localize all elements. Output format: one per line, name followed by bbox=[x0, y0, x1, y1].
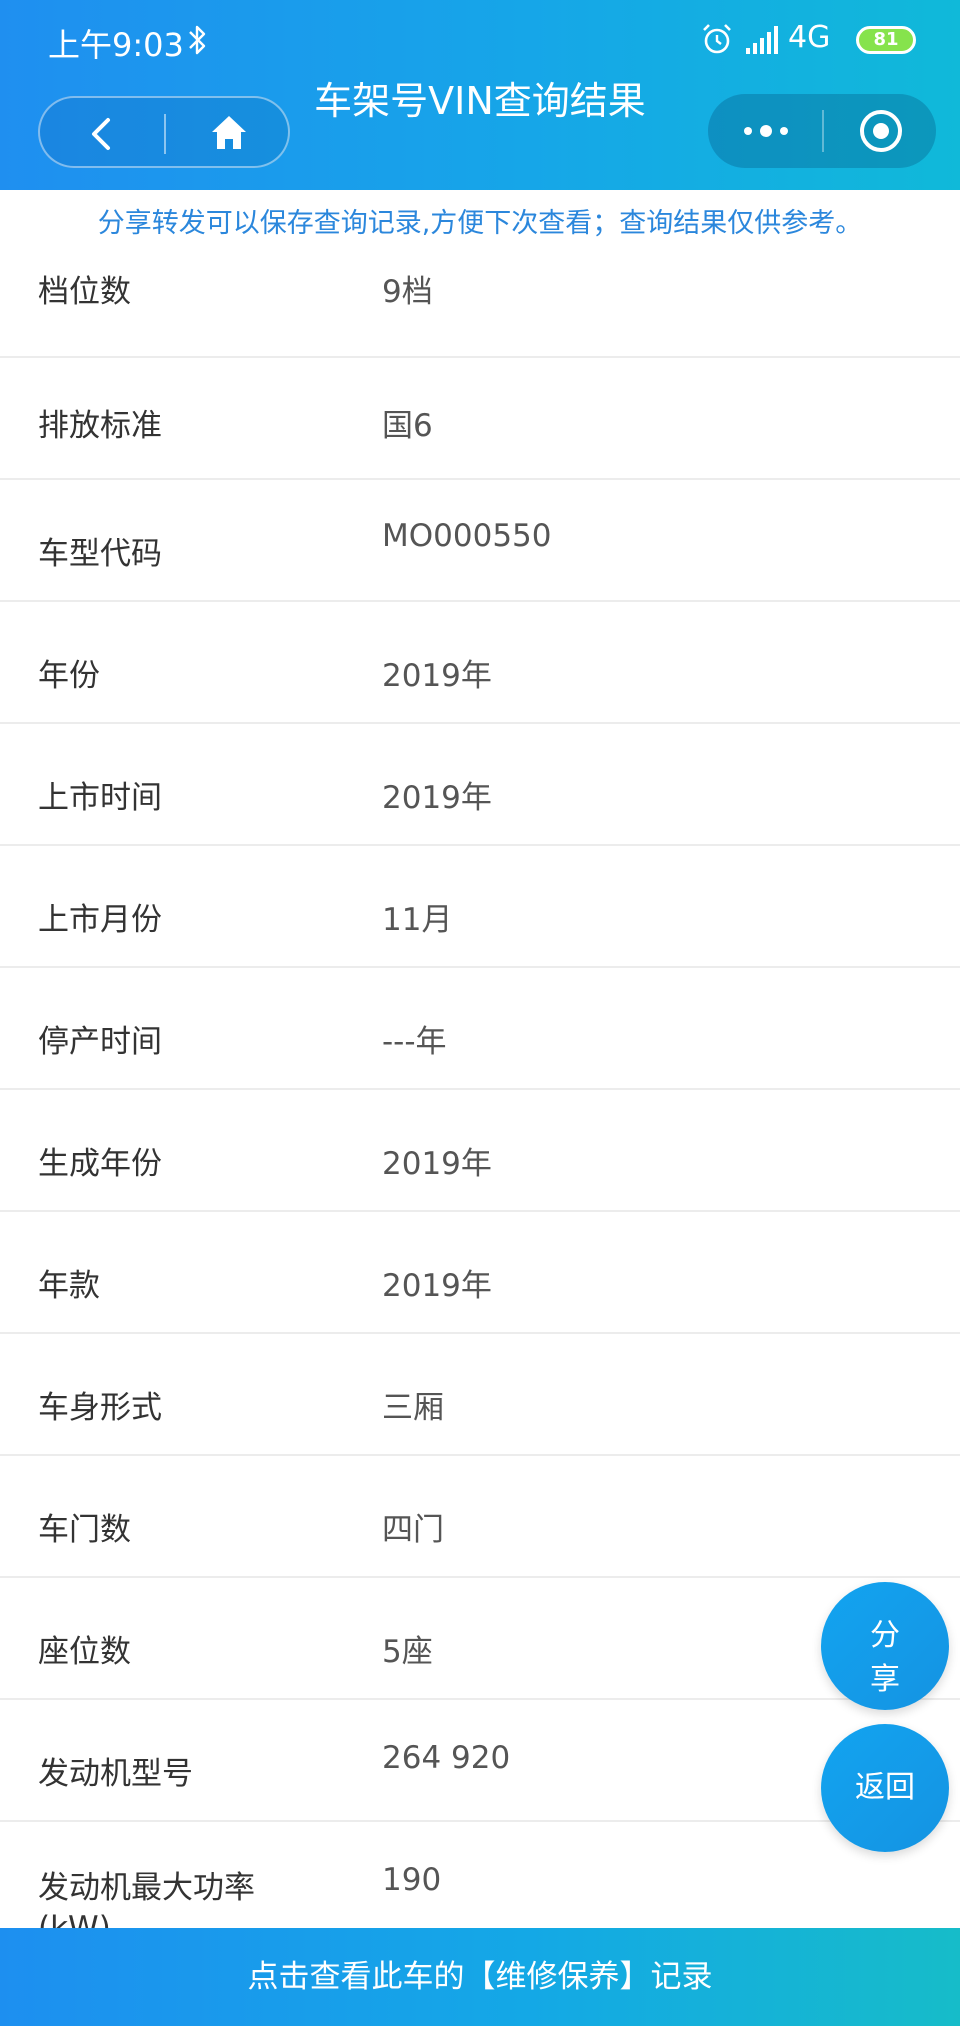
info-row-label: 排放标准 bbox=[38, 408, 162, 444]
close-target-icon[interactable] bbox=[858, 108, 904, 154]
capsule-divider bbox=[164, 114, 166, 154]
info-row-value: 9档 bbox=[382, 274, 433, 310]
info-row: 车型代码 MO000550 bbox=[0, 480, 960, 602]
info-row-label: 上市时间 bbox=[38, 780, 162, 816]
info-row-value: 2019年 bbox=[382, 780, 492, 816]
share-button-label-2: 享 bbox=[870, 1662, 900, 1697]
info-row: 发动机最大功率(kW) 190 bbox=[0, 1822, 960, 1928]
info-row-label: 年款 bbox=[38, 1268, 100, 1304]
info-row-value: 四门 bbox=[382, 1512, 444, 1548]
info-row: 年份 2019年 bbox=[0, 602, 960, 724]
maintenance-record-button[interactable]: 点击查看此车的【维修保养】记录 bbox=[0, 1928, 960, 2026]
home-icon[interactable] bbox=[208, 112, 250, 154]
battery-indicator: 81 bbox=[856, 26, 916, 54]
alarm-icon bbox=[703, 24, 731, 54]
capsule-divider bbox=[822, 110, 824, 152]
info-row: 上市月份 11月 bbox=[0, 846, 960, 968]
bluetooth-icon bbox=[189, 25, 206, 55]
info-row-label: 车身形式 bbox=[38, 1390, 162, 1426]
share-button[interactable]: 分 享 bbox=[821, 1582, 949, 1710]
info-row: 年款 2019年 bbox=[0, 1212, 960, 1334]
info-row-label: 档位数 bbox=[38, 274, 131, 310]
network-type: 4G bbox=[788, 20, 831, 55]
info-row: 排放标准 国6 bbox=[0, 358, 960, 480]
info-row: 车身形式 三厢 bbox=[0, 1334, 960, 1456]
navigation-header: 上午9:03 4G 81 车架号VIN查询结果 bbox=[0, 0, 960, 190]
share-button-label-1: 分 bbox=[870, 1618, 900, 1653]
info-row-value: ---年 bbox=[382, 1024, 447, 1060]
info-row-value: MO000550 bbox=[382, 518, 552, 554]
info-row: 车门数 四门 bbox=[0, 1456, 960, 1578]
info-row-label: 车门数 bbox=[38, 1512, 131, 1548]
info-row-label: 上市月份 bbox=[38, 902, 162, 938]
info-row-value: 5座 bbox=[382, 1634, 433, 1670]
info-row-value: 11月 bbox=[382, 902, 453, 938]
info-row-value: 2019年 bbox=[382, 1146, 492, 1182]
info-row-value: 三厢 bbox=[382, 1390, 444, 1426]
info-row-label: 年份 bbox=[38, 658, 100, 694]
info-row-value: 2019年 bbox=[382, 1268, 492, 1304]
info-row-value: 2019年 bbox=[382, 658, 492, 694]
info-row: 停产时间 ---年 bbox=[0, 968, 960, 1090]
info-row-label: 停产时间 bbox=[38, 1024, 162, 1060]
signal-icon bbox=[746, 26, 778, 54]
info-row-value: 国6 bbox=[382, 408, 433, 444]
back-arrow-icon[interactable] bbox=[84, 116, 120, 152]
info-row-value: 190 bbox=[382, 1862, 442, 1898]
info-row-label: 发动机最大功率(kW) bbox=[38, 1870, 255, 1928]
info-row: 座位数 5座 bbox=[0, 1578, 960, 1700]
info-row-label: 发动机型号 bbox=[38, 1756, 193, 1792]
info-row: 发动机型号 264 920 bbox=[0, 1700, 960, 1822]
info-row: 生成年份 2019年 bbox=[0, 1090, 960, 1212]
info-row-label: 车型代码 bbox=[38, 536, 162, 572]
info-row-value: 264 920 bbox=[382, 1740, 511, 1776]
info-row: 上市时间 2019年 bbox=[0, 724, 960, 846]
return-button[interactable]: 返回 bbox=[821, 1724, 949, 1852]
info-row: 档位数 9档 bbox=[0, 236, 960, 358]
info-row-label: 座位数 bbox=[38, 1634, 131, 1670]
nav-capsule-left bbox=[38, 96, 290, 168]
nav-capsule-right bbox=[708, 94, 936, 168]
info-row-label: 生成年份 bbox=[38, 1146, 162, 1182]
status-time: 上午9:03 bbox=[48, 26, 184, 64]
more-dots-icon[interactable] bbox=[738, 116, 794, 146]
